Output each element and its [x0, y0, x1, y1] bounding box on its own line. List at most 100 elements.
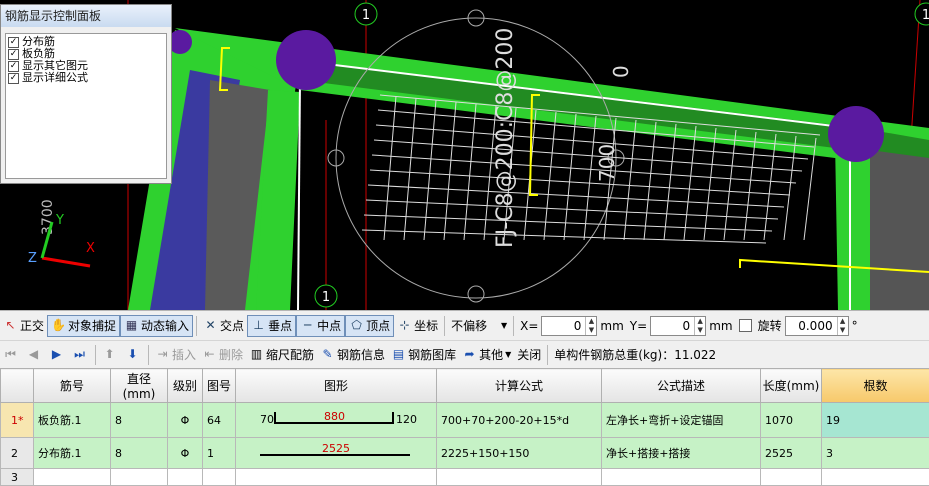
- col-header-grade[interactable]: 级别: [167, 368, 203, 403]
- delete-button[interactable]: ⇤ 删除: [199, 344, 246, 366]
- cell-shape[interactable]: 70 880 120: [235, 402, 437, 438]
- ortho-icon: ↖: [5, 318, 16, 332]
- cell-count[interactable]: 19: [821, 402, 929, 438]
- col-header-diameter[interactable]: 直径(mm): [110, 368, 168, 403]
- axis-x-arrow: [41, 256, 91, 268]
- option-show-formula-detail[interactable]: ✓ 显示详细公式: [6, 72, 166, 84]
- mesh-bar-vertical: [723, 129, 737, 241]
- drawing-viewport[interactable]: 1 1 1 FJ-C8@200:C8@200 700 0 3700 Y X Z …: [0, 0, 929, 310]
- col-header-name[interactable]: 筋号: [33, 368, 111, 403]
- mesh-bar-vertical: [763, 133, 777, 241]
- cell-fig-no[interactable]: 64: [202, 402, 236, 438]
- spin-arrows[interactable]: ▲ ▼: [836, 316, 848, 335]
- mesh-bar-vertical: [403, 97, 417, 241]
- col-header-fig-no[interactable]: 图号: [202, 368, 236, 403]
- next-record-button[interactable]: ▶: [46, 344, 69, 366]
- last-record-button[interactable]: ⏭: [69, 344, 92, 366]
- first-record-button[interactable]: ⏮: [0, 344, 23, 366]
- scale-rebar-button[interactable]: ▥ 缩尺配筋: [246, 344, 317, 366]
- spin-arrows[interactable]: ▲ ▼: [585, 316, 596, 335]
- col-header-length[interactable]: 长度(mm): [760, 368, 822, 403]
- col-header-shape[interactable]: 图形: [235, 368, 437, 403]
- row-number[interactable]: 2: [0, 437, 34, 469]
- cell-name[interactable]: 分布筋.1: [33, 437, 111, 469]
- shape-right-length: 120: [396, 413, 417, 426]
- cell-diameter[interactable]: 8: [110, 402, 168, 438]
- move-up-button[interactable]: ⬆: [99, 344, 122, 366]
- coordinate-button[interactable]: ⊹ 坐标: [394, 315, 441, 337]
- cell-shape[interactable]: 2525: [235, 437, 437, 469]
- mesh-bar-vertical: [543, 111, 557, 241]
- cell-name[interactable]: 板负筋.1: [33, 402, 111, 438]
- rebar-label: FJ-C8@200:C8@200: [493, 28, 518, 248]
- vertex-button[interactable]: ⬠ 顶点: [345, 314, 395, 337]
- mesh-bar-vertical: [743, 131, 757, 241]
- cell-desc[interactable]: 净长+搭接+搭接: [601, 437, 761, 469]
- close-button[interactable]: 关闭: [514, 344, 544, 366]
- rebar-library-button[interactable]: ▤ 钢筋图库: [388, 344, 459, 366]
- dynamic-input-button[interactable]: ▦ 动态输入: [120, 314, 194, 337]
- cell-grade[interactable]: Φ: [167, 437, 203, 469]
- other-menu-button[interactable]: ➦ 其他 ▼: [459, 344, 514, 366]
- shape-mid-length: 880: [324, 410, 345, 423]
- next-icon: ▶: [51, 347, 62, 361]
- axis-marker-1-label: 1: [362, 8, 370, 23]
- dim-0: 0: [609, 65, 633, 78]
- table-row[interactable]: 3: [0, 468, 929, 486]
- rotate-input[interactable]: 0.000 ▲ ▼: [784, 315, 849, 336]
- shape-mid-length: 2525: [322, 442, 350, 455]
- ortho-button[interactable]: ↖ 正交: [0, 315, 47, 337]
- x-input[interactable]: 0 ▲ ▼: [541, 315, 598, 336]
- spin-arrows[interactable]: ▲ ▼: [694, 316, 705, 335]
- mesh-bar-vertical: [663, 123, 677, 241]
- rebar-display-control-panel: 钢筋显示控制面板 ✓ 分布筋 ✓ 板负筋 ✓ 显示其它图元 ✓ 显示详细公式: [0, 4, 172, 184]
- rotate-checkbox[interactable]: [738, 319, 752, 332]
- rebar-info-button[interactable]: ✎ 钢筋信息: [317, 344, 388, 366]
- cell-length[interactable]: 2525: [760, 437, 822, 469]
- cell-grade[interactable]: Φ: [167, 402, 203, 438]
- cell-count[interactable]: 3: [821, 437, 929, 469]
- checkbox[interactable]: ✓: [8, 36, 19, 48]
- cell-length[interactable]: 1070: [760, 402, 822, 438]
- y-label: Y=: [629, 318, 648, 333]
- col-header-desc[interactable]: 公式描述: [601, 368, 761, 403]
- first-icon: ⏮: [5, 347, 16, 361]
- col-header-count[interactable]: 根数: [821, 368, 929, 403]
- cell-formula[interactable]: 2225+150+150: [436, 437, 602, 469]
- checkbox[interactable]: ✓: [8, 72, 19, 84]
- cell-diameter[interactable]: 8: [110, 437, 168, 469]
- axis-y-label: Y: [55, 213, 64, 228]
- cell-desc[interactable]: 左净长+弯折+设定锚固: [601, 402, 761, 438]
- checkbox[interactable]: ✓: [8, 60, 19, 72]
- y-input[interactable]: 0 ▲ ▼: [650, 315, 707, 336]
- mesh-bar-vertical: [623, 119, 637, 241]
- rotate-unit: °: [851, 318, 858, 333]
- row-number[interactable]: 1*: [0, 402, 34, 438]
- offset-select[interactable]: 不偏移 ▼: [448, 315, 510, 337]
- prev-record-button[interactable]: ◀: [23, 344, 46, 366]
- perpendicular-button[interactable]: ⊥ 垂点: [247, 314, 297, 337]
- panel-title: 钢筋显示控制面板: [1, 5, 171, 27]
- table-row[interactable]: 2 分布筋.1 8 Φ 1 2525 2225+150+150 净长+搭接+搭接…: [0, 437, 929, 469]
- insert-button[interactable]: ⇥ 插入: [152, 344, 199, 366]
- mesh-bar-vertical: [383, 95, 397, 241]
- intersection-button[interactable]: ✕ 交点: [200, 315, 247, 337]
- col-header-formula[interactable]: 计算公式: [436, 368, 602, 403]
- snap-icon: ✋: [51, 318, 66, 332]
- mesh-bar-vertical: [563, 113, 577, 241]
- beam-right: [835, 140, 870, 310]
- prev-icon: ◀: [28, 347, 39, 361]
- move-down-button[interactable]: ⬇: [122, 344, 145, 366]
- object-snap-button[interactable]: ✋ 对象捕捉: [47, 314, 121, 337]
- cell-formula[interactable]: 700+70+200-20+15*d: [436, 402, 602, 438]
- cell-fig-no[interactable]: 1: [202, 437, 236, 469]
- dim-left: 3700: [40, 199, 56, 235]
- table-row[interactable]: 1* 板负筋.1 8 Φ 64 70 880 120 700+70+200-20…: [0, 402, 929, 438]
- checkbox[interactable]: ✓: [8, 48, 19, 60]
- row-number[interactable]: 3: [0, 468, 34, 486]
- dynamic-input-icon: ▦: [125, 318, 138, 332]
- midpoint-button[interactable]: ─ 中点: [296, 314, 346, 337]
- mesh-bar-vertical: [683, 125, 697, 241]
- panel-checklist: ✓ 分布筋 ✓ 板负筋 ✓ 显示其它图元 ✓ 显示详细公式: [5, 33, 167, 179]
- arrow-up-icon: ⬆: [104, 347, 115, 361]
